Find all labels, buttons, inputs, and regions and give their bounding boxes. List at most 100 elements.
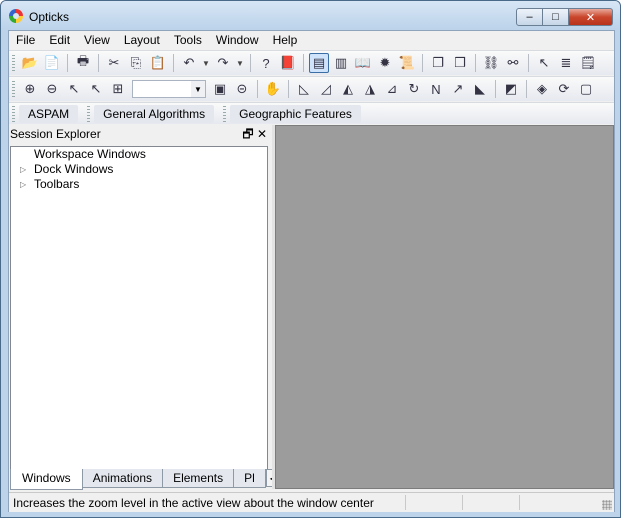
- menu-layout[interactable]: Layout: [117, 31, 167, 49]
- zoom-to-fit-icon[interactable]: ▣: [210, 79, 230, 99]
- zoom-out-icon[interactable]: ⊖: [42, 79, 62, 99]
- rotate-right-icon[interactable]: ◿: [316, 79, 336, 99]
- chevron-down-icon[interactable]: ▼: [191, 81, 205, 97]
- toolbar-grip[interactable]: [223, 105, 227, 122]
- print-icon[interactable]: 🖶: [73, 53, 93, 73]
- tree-item-workspace-windows[interactable]: Workspace Windows: [11, 147, 267, 162]
- tree-item-toolbars[interactable]: ▷ Toolbars: [11, 177, 267, 192]
- session-explorer-title: Session Explorer: [10, 127, 101, 141]
- session-explorer-icon[interactable]: ▤: [309, 53, 329, 73]
- reset-rotate-icon[interactable]: ↻: [404, 79, 424, 99]
- undo-dropdown-icon[interactable]: ▼: [201, 53, 211, 73]
- toolbar-separator: [173, 54, 174, 72]
- menu-tools[interactable]: Tools: [167, 31, 209, 49]
- toolbar-grip[interactable]: [87, 105, 91, 122]
- maximize-button[interactable]: □: [542, 8, 569, 26]
- zoom-point-in-icon[interactable]: ↖: [64, 79, 84, 99]
- toolbar-separator: [303, 54, 304, 72]
- toolbar-grip[interactable]: [12, 105, 15, 122]
- menu-file[interactable]: File: [9, 31, 42, 49]
- flip-horizontal-icon[interactable]: ◭: [338, 79, 358, 99]
- properties-icon[interactable]: 🗒: [578, 53, 598, 73]
- session-explorer-header[interactable]: Session Explorer 🗗 ✕: [9, 125, 272, 143]
- expand-arrow-icon[interactable]: ▷: [20, 177, 26, 192]
- zoom-extents-icon[interactable]: ⊝: [232, 79, 252, 99]
- cut-icon[interactable]: ✂: [104, 53, 124, 73]
- application-window: Opticks – □ ✕ File Edit View Layout Tool…: [0, 0, 621, 518]
- new-document-icon[interactable]: 📄: [42, 53, 62, 73]
- toolbar-separator: [250, 54, 251, 72]
- tile-windows-icon[interactable]: ❐: [428, 53, 448, 73]
- rotate-left-icon[interactable]: ◺: [294, 79, 314, 99]
- menu-view[interactable]: View: [77, 31, 117, 49]
- paste-icon[interactable]: 📋: [148, 53, 168, 73]
- zoom-in-icon[interactable]: ⊕: [20, 79, 40, 99]
- pan-hand-icon[interactable]: ✋: [263, 79, 283, 99]
- slope-icon[interactable]: ◩: [501, 79, 521, 99]
- help-icon[interactable]: ?: [256, 53, 276, 73]
- toolbar-separator: [526, 80, 527, 98]
- tab-plot[interactable]: Pl: [233, 469, 266, 488]
- resize-grip[interactable]: [602, 500, 612, 510]
- free-rotate-icon[interactable]: ⊿: [382, 79, 402, 99]
- menu-bar: File Edit View Layout Tools Window Help: [9, 31, 614, 49]
- scroll-icon[interactable]: 📜: [397, 53, 417, 73]
- book-icon[interactable]: 📕: [278, 53, 298, 73]
- tab-animations[interactable]: Animations: [81, 469, 164, 488]
- client-area: File Edit View Layout Tools Window Help …: [8, 30, 615, 512]
- close-button[interactable]: ✕: [568, 8, 613, 26]
- tab-aspam[interactable]: ASPAM: [19, 104, 79, 123]
- toolbar-grip[interactable]: [12, 81, 15, 97]
- menu-edit[interactable]: Edit: [42, 31, 77, 49]
- puzzle-icon[interactable]: ✹: [375, 53, 395, 73]
- title-bar[interactable]: Opticks – □ ✕: [1, 1, 620, 29]
- menu-help[interactable]: Help: [266, 31, 305, 49]
- gcp-icon[interactable]: ◈: [532, 79, 552, 99]
- zoom-level-combo[interactable]: ▼: [132, 80, 206, 98]
- tab-geographic-features[interactable]: Geographic Features: [230, 104, 361, 123]
- session-explorer-panel: Session Explorer 🗗 ✕ Workspace Windows ▷…: [9, 125, 294, 490]
- plugin-toolbar-tabs: ASPAM General Algorithms Geographic Feat…: [9, 102, 614, 124]
- redo-icon[interactable]: ↷: [213, 53, 233, 73]
- zoom-rect-icon[interactable]: ⊞: [108, 79, 128, 99]
- toolbar-separator: [257, 80, 258, 98]
- toolbar-separator: [422, 54, 423, 72]
- refresh-icon[interactable]: ⟳: [554, 79, 574, 99]
- expand-arrow-icon[interactable]: ▷: [20, 162, 26, 177]
- flip-vertical-icon[interactable]: ◮: [360, 79, 380, 99]
- minimize-button[interactable]: –: [516, 8, 543, 26]
- redo-dropdown-icon[interactable]: ▼: [235, 53, 245, 73]
- toolbar-separator: [288, 80, 289, 98]
- session-tree[interactable]: Workspace Windows ▷ Dock Windows ▷ Toolb…: [10, 146, 268, 470]
- cascade-windows-icon[interactable]: ❒: [450, 53, 470, 73]
- float-panel-icon[interactable]: 🗗: [241, 125, 255, 143]
- select-arrow-icon[interactable]: ↖: [534, 53, 554, 73]
- frame-icon[interactable]: ▢: [576, 79, 596, 99]
- histogram-icon[interactable]: ▥: [331, 53, 351, 73]
- status-bar: Increases the zoom level in the active v…: [9, 492, 614, 512]
- layers-icon[interactable]: ≣: [556, 53, 576, 73]
- north-arrow-icon[interactable]: N: [426, 79, 446, 99]
- tree-item-label: Workspace Windows: [34, 147, 146, 161]
- open-folder-icon[interactable]: 📂: [20, 53, 40, 73]
- tree-item-dock-windows[interactable]: ▷ Dock Windows: [11, 162, 267, 177]
- measure-icon[interactable]: ◣: [470, 79, 490, 99]
- tab-windows[interactable]: Windows: [10, 469, 83, 490]
- workspace-area[interactable]: [275, 125, 614, 489]
- close-icon[interactable]: ✕: [255, 125, 269, 143]
- toolbar-separator: [98, 54, 99, 72]
- toolbar-grip[interactable]: [12, 55, 15, 71]
- east-arrow-icon[interactable]: ↗: [448, 79, 468, 99]
- opticks-logo-icon: [9, 9, 23, 23]
- menu-window[interactable]: Window: [209, 31, 266, 49]
- link-icon[interactable]: ⛓: [481, 53, 501, 73]
- tree-item-label: Dock Windows: [34, 162, 114, 176]
- copy-icon[interactable]: ⎘: [126, 53, 146, 73]
- zoom-point-out-icon[interactable]: ↖: [86, 79, 106, 99]
- tab-general-algorithms[interactable]: General Algorithms: [94, 104, 215, 123]
- undo-icon[interactable]: ↶: [179, 53, 199, 73]
- unlink-icon[interactable]: ⚯: [503, 53, 523, 73]
- tab-elements[interactable]: Elements: [162, 469, 235, 488]
- open-book-icon[interactable]: 📖: [353, 53, 373, 73]
- window-title: Opticks: [29, 10, 70, 24]
